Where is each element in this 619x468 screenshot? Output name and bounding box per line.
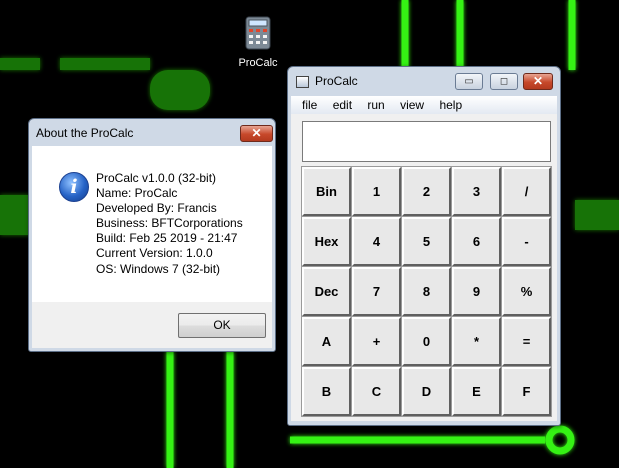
maximize-icon: ◻: [499, 76, 509, 87]
about-close-button[interactable]: ✕: [240, 125, 273, 142]
about-line: Build: Feb 25 2019 - 21:47: [96, 231, 238, 246]
key-button[interactable]: 2: [401, 166, 452, 217]
about-line: Current Version: 1.0.0: [96, 246, 213, 261]
about-title: About the ProCalc: [36, 126, 134, 140]
about-dialog: About the ProCalc ✕ i ProCalc v1.0.0 (32…: [28, 118, 276, 352]
key-button[interactable]: F: [501, 366, 552, 417]
menu-file[interactable]: file: [291, 96, 317, 114]
key-button[interactable]: D: [401, 366, 452, 417]
ok-button[interactable]: OK: [178, 313, 266, 338]
key-button[interactable]: E: [451, 366, 502, 417]
minimize-icon: ▭: [464, 76, 474, 87]
calc-display[interactable]: [302, 121, 551, 162]
close-icon: ✕: [251, 126, 262, 140]
menu-help[interactable]: help: [428, 96, 462, 114]
procalc-client-area: Bin 1 2 3/ Hex 4 5 6- Dec 7 8 9% A +0 * = B C D E F: [291, 114, 557, 421]
key-button[interactable]: 1: [351, 166, 402, 217]
desktop-icon-label: ProCalc: [238, 57, 278, 69]
menu-bar: file edit run view help: [291, 96, 557, 114]
about-line: Developed By: Francis: [96, 201, 217, 216]
procalc-title: ProCalc: [315, 74, 358, 88]
about-titlebar[interactable]: About the ProCalc ✕: [29, 119, 275, 147]
key-button[interactable]: C: [351, 366, 402, 417]
key-button[interactable]: 8: [401, 266, 452, 317]
key-button[interactable]: *: [451, 316, 502, 367]
key-button[interactable]: 7: [351, 266, 402, 317]
key-button[interactable]: /: [501, 166, 552, 217]
info-icon: i: [59, 172, 89, 202]
menu-edit[interactable]: edit: [322, 96, 352, 114]
key-button[interactable]: 6: [451, 216, 502, 267]
close-icon: ✕: [532, 74, 544, 88]
app-icon: [296, 76, 309, 88]
procalc-desktop-shortcut[interactable]: ProCalc: [232, 16, 284, 69]
menu-view[interactable]: view: [389, 96, 424, 114]
key-button[interactable]: =: [501, 316, 552, 367]
maximize-button[interactable]: ◻: [490, 73, 518, 90]
key-button[interactable]: +: [351, 316, 402, 367]
about-line: Business: BFTCorporations: [96, 216, 243, 231]
about-footer: OK: [32, 302, 272, 348]
procalc-window: ProCalc ▭ ◻ ✕ file edit run view help Bi…: [287, 66, 561, 426]
key-button[interactable]: -: [501, 216, 552, 267]
key-button[interactable]: 4: [351, 216, 402, 267]
calculator-icon: [245, 16, 271, 50]
about-line: OS: Windows 7 (32-bit): [96, 261, 221, 276]
key-button[interactable]: B: [301, 366, 352, 417]
minimize-button[interactable]: ▭: [455, 73, 483, 90]
about-info-text: ProCalc v1.0.0 (32-bit) Name: ProCalc De…: [96, 171, 243, 277]
procalc-close-button[interactable]: ✕: [523, 73, 553, 90]
key-button[interactable]: 5: [401, 216, 452, 267]
key-button[interactable]: %: [501, 266, 552, 317]
key-button[interactable]: A: [301, 316, 352, 367]
menu-run[interactable]: run: [356, 96, 384, 114]
key-button[interactable]: 3: [451, 166, 502, 217]
about-content: i ProCalc v1.0.0 (32-bit) Name: ProCalc …: [32, 146, 272, 302]
about-line: ProCalc v1.0.0 (32-bit): [96, 171, 217, 185]
key-button[interactable]: Hex: [301, 216, 352, 267]
procalc-titlebar[interactable]: ProCalc ▭ ◻ ✕: [288, 67, 560, 95]
key-button[interactable]: 0: [401, 316, 452, 367]
key-button[interactable]: Bin: [301, 166, 352, 217]
key-button[interactable]: Dec: [301, 266, 352, 317]
about-line: Name: ProCalc: [96, 186, 178, 201]
key-button[interactable]: 9: [451, 266, 502, 317]
